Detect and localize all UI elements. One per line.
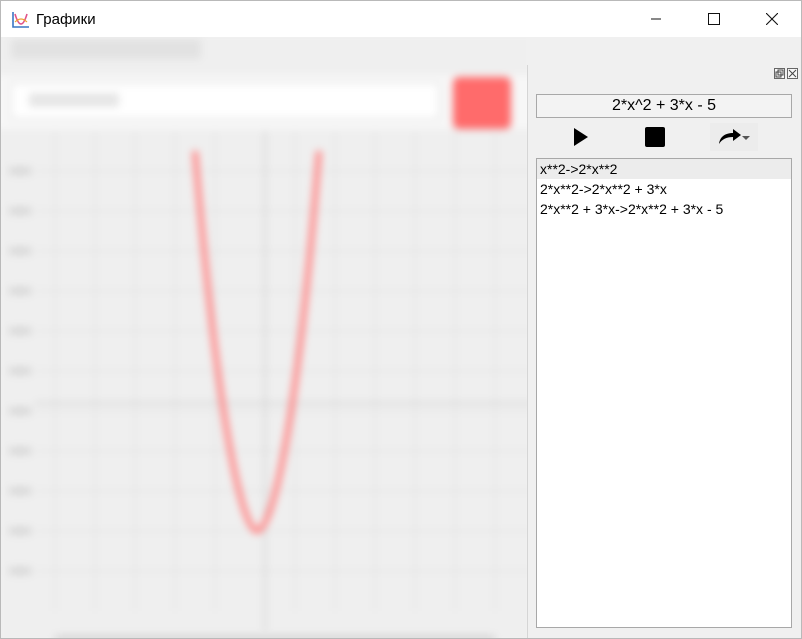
history-dock-panel: 2*x^2 + 3*x - 5 x**2->2*x**2 2*x**2->2*x… xyxy=(527,65,801,638)
share-dropdown-button[interactable] xyxy=(710,123,758,151)
window-title: Графики xyxy=(36,11,96,28)
chart-app-icon xyxy=(12,12,29,28)
maximize-button[interactable] xyxy=(685,1,743,37)
history-item[interactable]: 2*x**2 + 3*x->2*x**2 + 3*x - 5 xyxy=(537,199,791,219)
maximize-icon xyxy=(708,13,720,25)
stop-icon xyxy=(645,127,665,147)
close-icon xyxy=(788,69,797,78)
dock-float-button[interactable] xyxy=(774,68,785,79)
title-bar[interactable]: Графики xyxy=(1,1,801,37)
play-icon xyxy=(574,128,588,146)
expression-display: 2*x^2 + 3*x - 5 xyxy=(536,94,792,118)
history-item[interactable]: 2*x**2->2*x**2 + 3*x xyxy=(537,179,791,199)
app-window: Графики 2*x^2 + 3*x - 5 x**2->2*x**2 2*x… xyxy=(0,0,802,639)
play-button[interactable] xyxy=(564,123,598,151)
plot-canvas xyxy=(1,37,527,638)
blurred-plot xyxy=(1,37,527,638)
plot-area[interactable] xyxy=(1,37,527,638)
dock-close-button[interactable] xyxy=(787,68,798,79)
close-button[interactable] xyxy=(743,1,801,37)
share-arrow-icon xyxy=(719,129,750,144)
stop-button[interactable] xyxy=(638,123,672,151)
history-list[interactable]: x**2->2*x**2 2*x**2->2*x**2 + 3*x 2*x**2… xyxy=(536,158,792,628)
history-item[interactable]: x**2->2*x**2 xyxy=(537,159,791,179)
close-icon xyxy=(766,13,778,25)
float-icon xyxy=(775,69,784,78)
minimize-button[interactable] xyxy=(627,1,685,37)
minimize-icon xyxy=(651,18,661,20)
